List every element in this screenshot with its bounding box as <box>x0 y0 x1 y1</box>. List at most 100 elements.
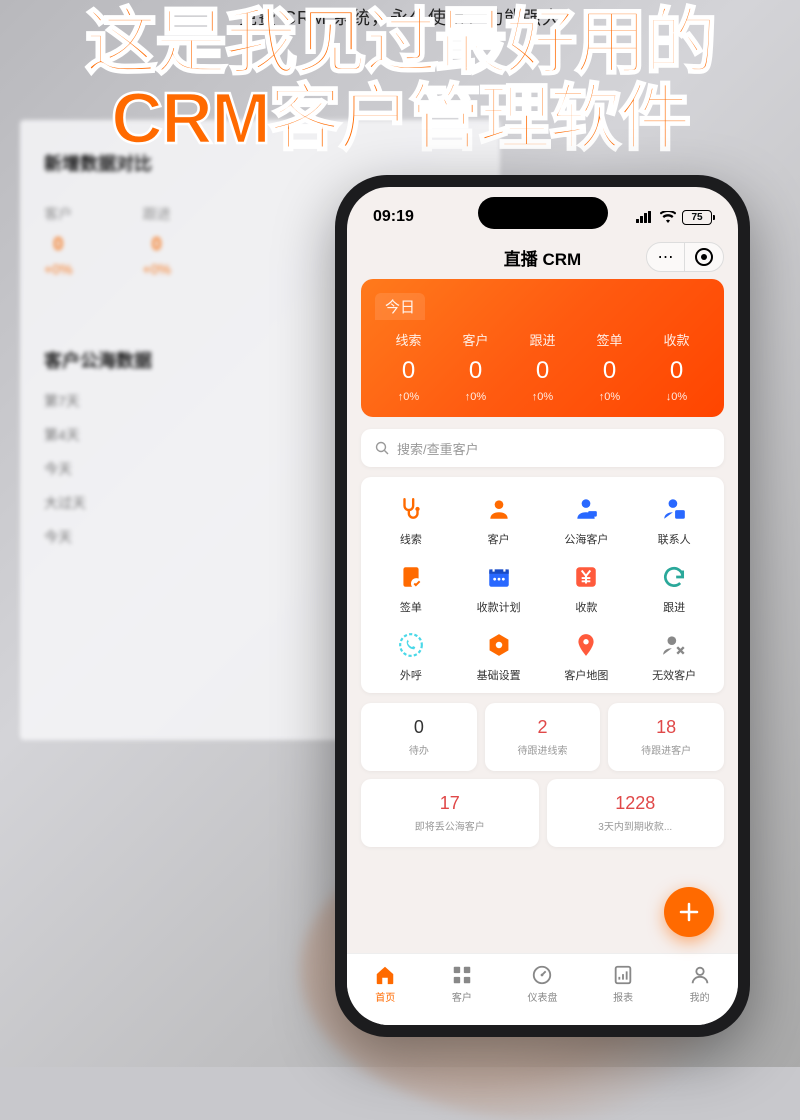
battery-pct: 75 <box>691 212 702 223</box>
grid-item-refresh[interactable]: 跟进 <box>630 563 718 615</box>
metric-label: 跟进 <box>509 330 576 349</box>
app-header: 直播 CRM ⋯ <box>347 235 738 279</box>
grid-item-calendar[interactable]: 收款计划 <box>455 563 543 615</box>
nav-label: 我的 <box>690 989 710 1004</box>
stat-card[interactable]: 18 待跟进客户 <box>608 703 724 771</box>
target-icon <box>695 248 713 266</box>
nav-label: 客户 <box>452 989 472 1004</box>
stethoscope-icon <box>397 495 425 523</box>
laptop-item-label: 客户 <box>44 204 72 224</box>
stat-card[interactable]: 2 待跟进线索 <box>485 703 601 771</box>
stat-row-2: 17 即将丢公海客户 1228 3天内到期收款... <box>361 779 724 847</box>
report-icon <box>612 964 634 986</box>
stat-card[interactable]: 1228 3天内到期收款... <box>547 779 725 847</box>
refresh-icon <box>660 563 688 591</box>
stat-card[interactable]: 17 即将丢公海客户 <box>361 779 539 847</box>
metric-value: 0 <box>509 357 576 385</box>
stat-label: 3天内到期收款... <box>555 818 717 833</box>
person-x-icon <box>660 631 688 659</box>
grid-label: 公海客户 <box>564 531 608 547</box>
metric-value: 0 <box>576 357 643 385</box>
nav-report[interactable]: 报表 <box>612 964 634 1004</box>
stat-value: 17 <box>369 793 531 814</box>
grid-item-phone-out[interactable]: 外呼 <box>367 631 455 683</box>
person-blue-icon <box>572 495 600 523</box>
home-icon <box>374 964 396 986</box>
laptop-item-pct: +0% <box>44 261 72 277</box>
nav-dashboard[interactable]: 仪表盘 <box>527 964 557 1004</box>
nav-label: 首页 <box>375 989 395 1004</box>
dashboard-metric[interactable]: 客户 0 ↑0% <box>442 330 509 403</box>
grid-label: 收款 <box>575 599 597 615</box>
nav-apps[interactable]: 客户 <box>451 964 473 1004</box>
grid-label: 收款计划 <box>477 599 521 615</box>
person-icon <box>485 495 513 523</box>
grid-label: 线索 <box>400 531 422 547</box>
clipboard-icon <box>397 563 425 591</box>
grid-label: 签单 <box>400 599 422 615</box>
grid-item-yen[interactable]: 收款 <box>543 563 631 615</box>
grid-item-hexagon[interactable]: 基础设置 <box>455 631 543 683</box>
headline: 这是我见过最好用的 CRM客户管理软件 <box>0 0 800 157</box>
grid-item-person-card[interactable]: 联系人 <box>630 495 718 547</box>
menu-button[interactable]: ⋯ <box>647 243 685 271</box>
battery-icon: 75 <box>682 210 712 225</box>
stat-label: 待跟进线索 <box>493 742 593 757</box>
close-button[interactable] <box>685 243 723 271</box>
bottom-nav: 首页 客户 仪表盘 报表 我的 <box>347 953 738 1025</box>
add-button[interactable] <box>664 887 714 937</box>
nav-home[interactable]: 首页 <box>374 964 396 1004</box>
laptop-item-label: 跟进 <box>143 204 171 224</box>
stat-value: 18 <box>616 717 716 738</box>
metric-label: 收款 <box>643 330 710 349</box>
grid-item-person[interactable]: 客户 <box>455 495 543 547</box>
grid-label: 客户地图 <box>564 667 608 683</box>
search-input[interactable]: 搜索/查重客户 <box>361 429 724 467</box>
hexagon-icon <box>485 631 513 659</box>
metric-change: ↓0% <box>643 391 710 403</box>
dashboard-metric[interactable]: 收款 0 ↓0% <box>643 330 710 403</box>
grid-item-person-blue[interactable]: 公海客户 <box>543 495 631 547</box>
content-area: 今日 线索 0 ↑0% 客户 0 ↑0% 跟进 0 ↑0% 签单 0 ↑0% 收… <box>347 279 738 953</box>
grid-label: 客户 <box>488 531 510 547</box>
grid-label: 跟进 <box>663 599 685 615</box>
stat-row-1: 0 待办 2 待跟进线索 18 待跟进客户 <box>361 703 724 771</box>
dashboard-metric[interactable]: 签单 0 ↑0% <box>576 330 643 403</box>
phone-device: 09:19 75 直播 CRM ⋯ 今日 线索 0 ↑0% 客户 0 ↑0% <box>335 175 750 1037</box>
phone-notch <box>478 197 608 229</box>
grid-label: 基础设置 <box>477 667 521 683</box>
metric-change: ↑0% <box>442 391 509 403</box>
stat-value: 2 <box>493 717 593 738</box>
apps-icon <box>451 964 473 986</box>
nav-user[interactable]: 我的 <box>689 964 711 1004</box>
today-dashboard[interactable]: 今日 线索 0 ↑0% 客户 0 ↑0% 跟进 0 ↑0% 签单 0 ↑0% 收… <box>361 279 724 417</box>
metric-label: 客户 <box>442 330 509 349</box>
stat-card[interactable]: 0 待办 <box>361 703 477 771</box>
app-title: 直播 CRM <box>504 245 581 270</box>
metric-value: 0 <box>442 357 509 385</box>
user-icon <box>689 964 711 986</box>
grid-label: 无效客户 <box>652 667 696 683</box>
grid-label: 外呼 <box>400 667 422 683</box>
grid-item-stethoscope[interactable]: 线索 <box>367 495 455 547</box>
miniprogram-controls: ⋯ <box>646 242 724 272</box>
grid-item-location[interactable]: 客户地图 <box>543 631 631 683</box>
stat-label: 待办 <box>369 742 469 757</box>
grid-item-person-x[interactable]: 无效客户 <box>630 631 718 683</box>
nav-label: 仪表盘 <box>527 989 557 1004</box>
laptop-item-value: 0 <box>152 234 162 255</box>
dashboard-metric[interactable]: 跟进 0 ↑0% <box>509 330 576 403</box>
stat-label: 即将丢公海客户 <box>369 818 531 833</box>
stat-value: 1228 <box>555 793 717 814</box>
location-icon <box>572 631 600 659</box>
dashboard-metric[interactable]: 线索 0 ↑0% <box>375 330 442 403</box>
search-placeholder: 搜索/查重客户 <box>397 439 479 458</box>
signal-icon <box>636 211 654 223</box>
stat-value: 0 <box>369 717 469 738</box>
metric-change: ↑0% <box>509 391 576 403</box>
today-label: 今日 <box>375 293 425 320</box>
metric-value: 0 <box>375 357 442 385</box>
grid-item-clipboard[interactable]: 签单 <box>367 563 455 615</box>
dashboard-icon <box>531 964 553 986</box>
grid-label: 联系人 <box>658 531 691 547</box>
